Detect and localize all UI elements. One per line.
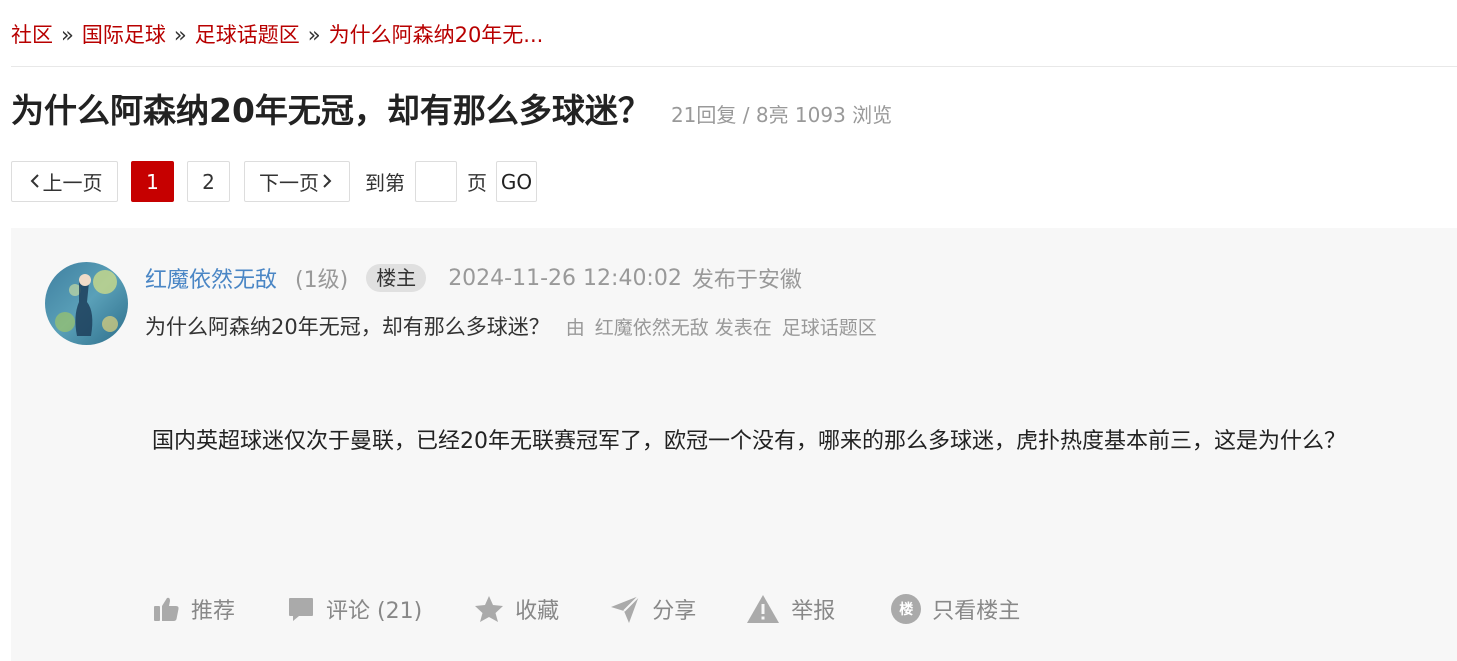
pagination: 上一页 1 2 下一页 到第 页 GO [11, 161, 537, 202]
chevron-right-icon [322, 170, 332, 194]
prev-page-button[interactable]: 上一页 [11, 161, 118, 202]
breadcrumb-football-topics[interactable]: 足球话题区 [195, 23, 300, 47]
breadcrumb: 社区 » 国际足球 » 足球话题区 » 为什么阿森纳20年无... [11, 20, 543, 50]
comment-button[interactable]: 评论 (21) [287, 593, 422, 625]
chevron-left-icon [30, 170, 40, 194]
favorite-button[interactable]: 收藏 [474, 593, 559, 625]
breadcrumb-separator: » [307, 23, 321, 47]
post-subtitle-line: 为什么阿森纳20年无冠，却有那么多球迷？ 由红魔依然无敌 发表在 足球话题区 [145, 311, 877, 341]
post-content: 国内英超球迷仅次于曼联，已经20年无联赛冠军了，欧冠一个没有，哪来的那么多球迷，… [152, 429, 1346, 454]
go-button[interactable]: GO [496, 161, 537, 202]
thread-stats: 21回复 / 8亮 1093 浏览 [670, 103, 893, 127]
breadcrumb-current-thread[interactable]: 为什么阿森纳20年无... [329, 23, 544, 47]
avatar[interactable] [45, 262, 128, 345]
breadcrumb-separator: » [61, 23, 74, 47]
warning-icon [746, 594, 780, 624]
prev-page-label: 上一页 [42, 171, 103, 195]
post-time: 2024-11-26 12:40:02 [448, 265, 682, 291]
page-label: 页 [467, 171, 487, 195]
source-author[interactable]: 红魔依然无敌 [595, 317, 709, 339]
paper-plane-icon [609, 593, 641, 625]
thread-header: 为什么阿森纳20年无冠，却有那么多球迷？ 21回复 / 8亮 1093 浏览 [11, 84, 892, 132]
share-label: 分享 [652, 599, 697, 624]
star-icon [474, 595, 504, 623]
report-label: 举报 [791, 599, 836, 624]
goto-page-input[interactable] [415, 161, 457, 202]
author-name[interactable]: 红魔依然无敌 [145, 262, 277, 294]
op-badge: 楼主 [366, 264, 427, 292]
only-op-button[interactable]: 楼 只看楼主 [891, 593, 1020, 625]
breadcrumb-separator: » [173, 23, 187, 47]
source-forum[interactable]: 足球话题区 [782, 317, 877, 339]
header-divider [11, 66, 1457, 67]
page-button-1[interactable]: 1 [131, 161, 174, 202]
share-button[interactable]: 分享 [609, 593, 696, 625]
lou-badge-icon: 楼 [891, 594, 922, 624]
goto-label: 到第 [365, 171, 405, 195]
page-button-2[interactable]: 2 [187, 161, 230, 202]
next-page-label: 下一页 [259, 171, 319, 195]
post-location: 发布于安徽 [691, 268, 802, 293]
source-posted-in: 发表在 [714, 317, 772, 339]
breadcrumb-community[interactable]: 社区 [11, 23, 53, 47]
favorite-label: 收藏 [515, 599, 560, 624]
recommend-button[interactable]: 推荐 [152, 593, 235, 625]
breadcrumb-international-football[interactable]: 国际足球 [82, 23, 166, 47]
post-actions: 推荐 评论 (21) 收藏 分享 举报 楼 只看楼主 [152, 589, 1020, 629]
page-title: 为什么阿森纳20年无冠，却有那么多球迷？ [11, 91, 651, 130]
recommend-label: 推荐 [191, 599, 236, 624]
post-panel: 红魔依然无敌 (1级) 楼主 2024-11-26 12:40:02 发布于安徽… [11, 228, 1457, 661]
comment-bubble-icon [287, 595, 315, 623]
post-source: 由红魔依然无敌 发表在 足球话题区 [566, 313, 877, 340]
report-button[interactable]: 举报 [746, 593, 835, 625]
post-author-line: 红魔依然无敌 (1级) 楼主 2024-11-26 12:40:02 发布于安徽 [145, 262, 802, 294]
author-level: (1级) [295, 268, 349, 293]
only-op-label: 只看楼主 [932, 599, 1021, 624]
next-page-button[interactable]: 下一页 [244, 161, 350, 202]
comment-label: 评论 (21) [326, 599, 423, 624]
source-by: 由 [565, 317, 585, 339]
post-subtitle: 为什么阿森纳20年无冠，却有那么多球迷？ [145, 315, 550, 339]
thumbs-up-icon [152, 595, 180, 623]
